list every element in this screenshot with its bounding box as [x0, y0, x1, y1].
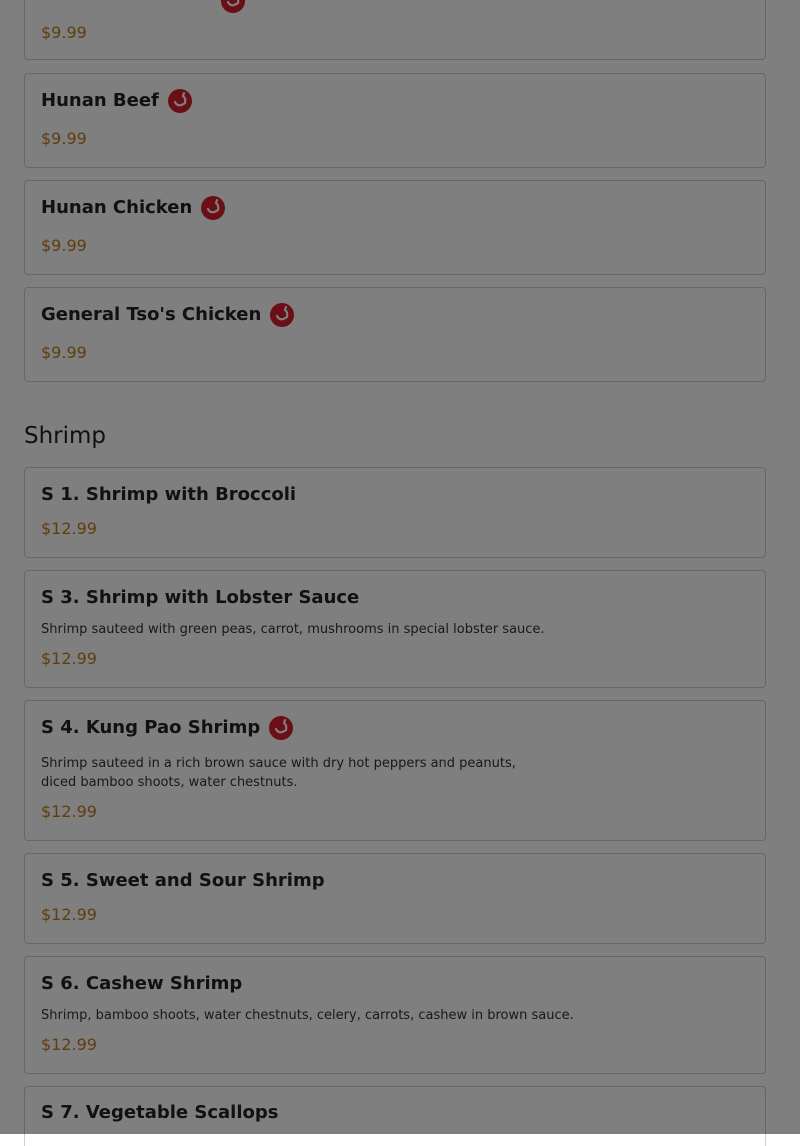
menu-item-card[interactable]: Hunan Chicken $9.99 — [24, 180, 766, 275]
menu-item-card[interactable]: S 7. Vegetable Scallops — [24, 1086, 766, 1146]
menu-item-name: Hunan Beef — [41, 90, 159, 111]
menu-item-name: S 4. Kung Pao Shrimp — [41, 717, 261, 738]
menu-item-name: S 3. Shrimp with Lobster Sauce — [41, 587, 360, 608]
menu-item-card[interactable]: Hunan Beef $9.99 — [24, 73, 766, 168]
menu-item-description: Shrimp sauteed with green peas, carrot, … — [41, 622, 545, 637]
menu-item-price: $9.99 — [41, 343, 87, 362]
menu-item-price: $9.99 — [41, 129, 87, 148]
menu-item-title: S 4. Kung Pao Shrimp — [41, 716, 294, 740]
menu-item-name: S 1. Shrimp with Broccoli — [41, 484, 297, 505]
menu-item-price: $9.99 — [41, 23, 87, 42]
menu-item-description: Shrimp sauteed in a rich brown sauce wit… — [41, 754, 561, 792]
menu-item-price: $12.99 — [41, 1035, 97, 1054]
section-title-shrimp: Shrimp — [24, 423, 107, 449]
menu-item-price: $12.99 — [41, 802, 97, 821]
menu-item-title: S 3. Shrimp with Lobster Sauce — [41, 586, 359, 610]
menu-page: $9.99 Hunan Beef $9.99 Hunan Chicken $9.… — [0, 0, 800, 1146]
menu-item-description: Shrimp, bamboo shoots, water chestnuts, … — [41, 1008, 574, 1023]
menu-item-card[interactable]: $9.99 — [24, 0, 766, 60]
menu-item-title: S 1. Shrimp with Broccoli — [41, 483, 296, 507]
chili-pepper-icon — [167, 89, 192, 113]
menu-item-title: General Tso's Chicken — [41, 303, 295, 327]
menu-item-title: Hunan Chicken — [41, 196, 226, 220]
menu-item-card[interactable]: S 3. Shrimp with Lobster Sauce Shrimp sa… — [24, 570, 766, 688]
menu-item-price: $9.99 — [41, 236, 87, 255]
chili-pepper-icon — [201, 196, 226, 220]
menu-item-name: S 7. Vegetable Scallops — [41, 1102, 279, 1123]
menu-item-card[interactable]: S 1. Shrimp with Broccoli $12.99 — [24, 467, 766, 558]
menu-item-card[interactable]: S 6. Cashew Shrimp Shrimp, bamboo shoots… — [24, 956, 766, 1074]
menu-item-price: $12.99 — [41, 649, 97, 668]
chili-pepper-icon — [270, 303, 295, 327]
menu-item-card[interactable]: S 4. Kung Pao Shrimp Shrimp sauteed in a… — [24, 700, 766, 841]
menu-item-name: S 5. Sweet and Sour Shrimp — [41, 870, 325, 891]
menu-item-name: Hunan Chicken — [41, 197, 193, 218]
menu-item-price: $12.99 — [41, 519, 97, 538]
menu-item-name: S 6. Cashew Shrimp — [41, 973, 243, 994]
menu-item-title: S 5. Sweet and Sour Shrimp — [41, 869, 325, 893]
menu-item-title: S 7. Vegetable Scallops — [41, 1101, 278, 1125]
chili-pepper-icon — [221, 0, 245, 13]
description-line: Shrimp sauteed in a rich brown sauce wit… — [41, 756, 516, 771]
menu-item-card[interactable]: General Tso's Chicken $9.99 — [24, 287, 766, 382]
menu-item-card[interactable]: S 5. Sweet and Sour Shrimp $12.99 — [24, 853, 766, 944]
menu-item-price: $12.99 — [41, 905, 97, 924]
menu-item-title: Hunan Beef — [41, 89, 192, 113]
description-line: diced bamboo shoots, water chestnuts. — [41, 775, 298, 790]
menu-item-title: S 6. Cashew Shrimp — [41, 972, 242, 996]
chili-pepper-icon — [269, 716, 294, 740]
menu-item-name: General Tso's Chicken — [41, 304, 262, 325]
menu-item-title — [41, 0, 245, 13]
